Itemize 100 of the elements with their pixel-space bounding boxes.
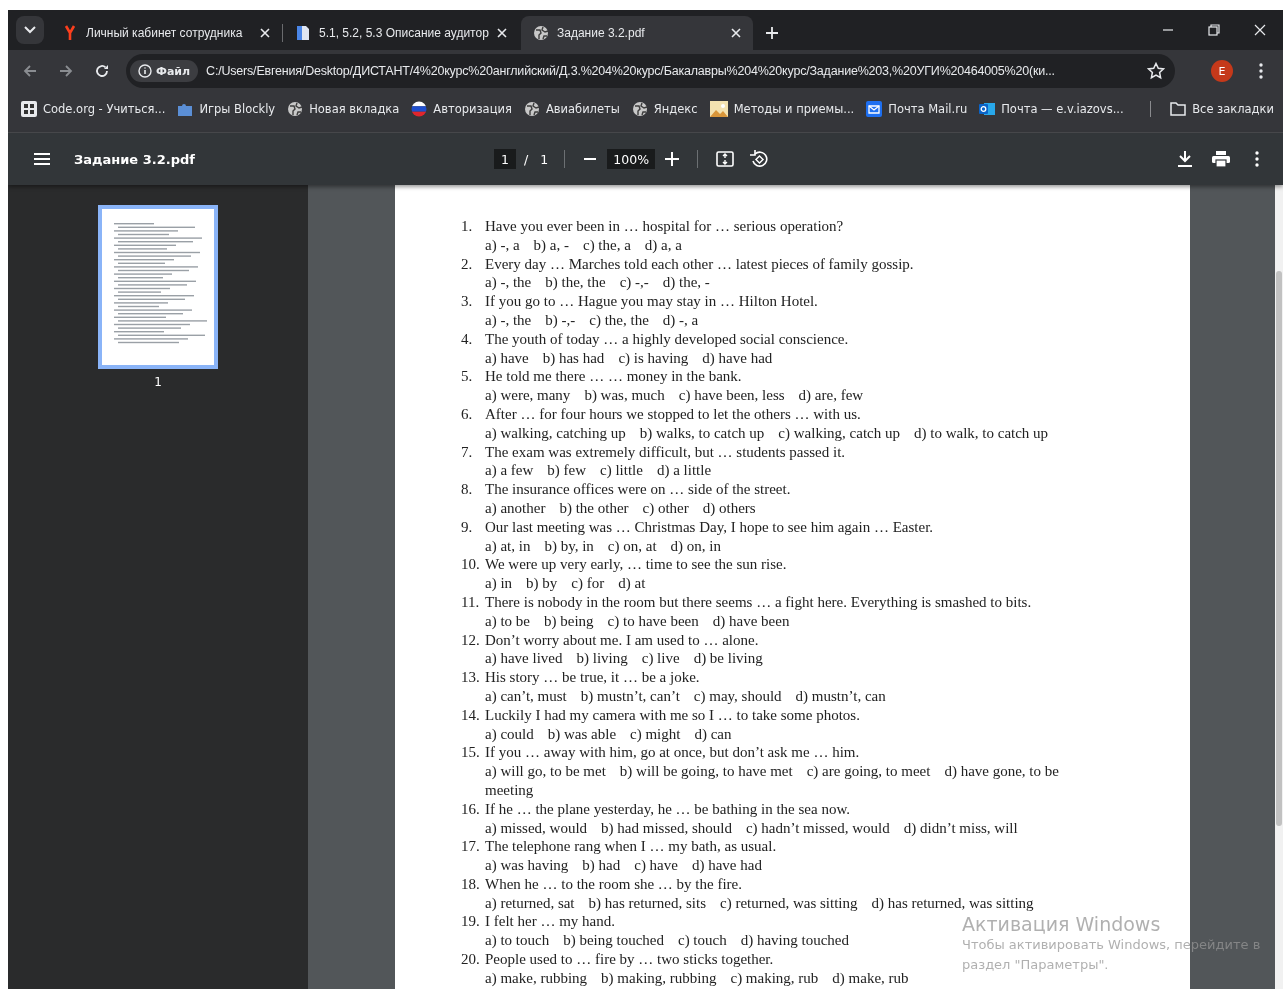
document-icon bbox=[295, 25, 311, 41]
more-icon bbox=[1259, 63, 1263, 79]
mail-icon bbox=[866, 101, 883, 117]
close-icon bbox=[1254, 24, 1266, 36]
question-number: 4. bbox=[461, 329, 474, 349]
question-text: Every day … Marches told each other … latest pieces of family gossip. bbox=[485, 254, 914, 274]
globe-icon bbox=[533, 25, 549, 41]
question-number: 5. bbox=[461, 367, 474, 387]
answer-options: a) were, many b) was, much c) have been, less d) are, few bbox=[485, 386, 878, 405]
bookmark-link[interactable]: Новая вкладка bbox=[284, 99, 403, 119]
question-number: 17. bbox=[461, 837, 481, 857]
plus-icon bbox=[765, 26, 779, 40]
question-number: 16. bbox=[461, 799, 481, 819]
url-text: C:/Users/Евгения/Desktop/ДИСТАНТ/4%20курс%20английский/Д.3.%204%20курс/Бакалавры%204%20курс/Задание%203,%20УГИ%20464005%20(ки... bbox=[206, 64, 1056, 78]
bookmark-link[interactable]: Методы и приемы... bbox=[706, 99, 858, 119]
print-icon bbox=[1212, 151, 1230, 167]
question-text: When he … to the room she … by the fire. bbox=[485, 874, 742, 894]
logo-icon bbox=[62, 25, 78, 41]
answer-options: a) -, the b) -,- c) the, the d) -, a bbox=[485, 311, 713, 330]
all-bookmarks-button[interactable]: Все закладки bbox=[1167, 100, 1277, 118]
bookmark-link[interactable]: Авторизация bbox=[408, 99, 515, 119]
question-number: 14. bbox=[461, 705, 481, 725]
address-bar[interactable]: Файл C:/Users/Евгения/Desktop/ДИСТАНТ/4%20курс%20английский/Д.3.%204%20курс/Бакалавры%204%20курс/Задание%203,%20УГИ%20464005%20(ки... bbox=[126, 54, 1175, 88]
question-number: 15. bbox=[461, 743, 481, 763]
answer-options: a) make, rubbing b) making, rubbing c) making, rub d) make, rub bbox=[485, 968, 923, 988]
question-text: After … for four hours we stopped to let the others … with us. bbox=[485, 404, 861, 424]
activation-title: Активация Windows bbox=[962, 913, 1162, 935]
page-separator: / bbox=[523, 151, 530, 167]
question-number: 13. bbox=[461, 668, 481, 688]
answer-options: a) missed, would b) had missed, should c) hadn’t missed, would d) didn’t miss, will bbox=[485, 818, 1032, 838]
answer-options: a) -, the b) the, the c) -,- d) the, - bbox=[485, 273, 724, 293]
answer-options: a) in b) by c) for d) at bbox=[485, 574, 660, 593]
answer-options: a) to touch b) being touched c) touch d) having touched bbox=[485, 931, 863, 951]
star-icon bbox=[1147, 62, 1165, 80]
plus-icon bbox=[665, 152, 680, 166]
bookmark-link[interactable]: Игры Blockly bbox=[174, 99, 279, 119]
bookmark-link[interactable]: Авиабилеты bbox=[520, 99, 623, 119]
image-icon bbox=[709, 101, 728, 117]
browser-tab[interactable]: 5.1, 5.2, 5.3 Описание аудитор bbox=[283, 16, 515, 50]
question-text: We were up very early, … time to see the sun rise. bbox=[485, 555, 787, 575]
close-icon bbox=[731, 28, 741, 38]
answer-options: a) can’t, must b) mustn’t, can’t c) may, should d) mustn’t, can bbox=[485, 686, 900, 706]
question-text: The exam was extremely difficult, but … students passed it. bbox=[485, 442, 846, 462]
grid-icon bbox=[21, 101, 37, 117]
question-text: His story … be true, it … be a joke. bbox=[485, 668, 700, 687]
question-text: The youth of today … a highly developed social conscience. bbox=[485, 329, 849, 349]
question-number: 1. bbox=[461, 217, 474, 236]
question-number: 9. bbox=[461, 517, 474, 537]
answer-options: a) have lived b) living c) live d) be living bbox=[485, 649, 777, 669]
rotate-icon bbox=[750, 150, 769, 168]
question-number: 18. bbox=[461, 874, 481, 894]
question-text: Our last meeting was … Christmas Day, I hope to see him again … Easter. bbox=[485, 517, 934, 537]
question-number: 20. bbox=[461, 950, 481, 970]
question-text: People used to … fire by … two sticks together. bbox=[485, 950, 774, 969]
restore-icon bbox=[1208, 24, 1220, 36]
browser-tab[interactable]: Личный кабинет сотрудника bbox=[50, 16, 282, 50]
bookmark-link[interactable]: Яндекс bbox=[628, 99, 701, 119]
question-text: I felt her … my hand. bbox=[485, 912, 615, 932]
flag-icon bbox=[411, 101, 428, 117]
question-number: 11. bbox=[461, 592, 481, 612]
browser-tab[interactable]: Задание 3.2.pdf bbox=[521, 16, 753, 50]
page-number: 1 bbox=[154, 375, 162, 389]
more-icon bbox=[1255, 151, 1259, 167]
question-number: 8. bbox=[461, 480, 474, 500]
question-text: There is nobody in the room but there seems … a fight here. Everything is smashed to bits. bbox=[485, 592, 1032, 612]
question-number: 6. bbox=[461, 404, 474, 424]
answer-options: a) will go, to be met b) will be going, to have met c) are going, to meet d) have gone, to be meeting bbox=[485, 762, 1120, 800]
question-text: If he … the plane yesterday, he … be bathing in the sea now. bbox=[485, 799, 851, 819]
answer-options: a) have b) has had c) is having d) have had bbox=[485, 348, 787, 368]
question-text: Luckily I had my camera with me so I … to take some photos. bbox=[485, 705, 860, 725]
answer-options: a) a few b) few c) little d) a little bbox=[485, 461, 726, 481]
question-text: The telephone rang when I … my bath, as usual. bbox=[485, 837, 777, 857]
mail-app-icon bbox=[979, 101, 996, 117]
answer-options: a) -, a b) a, - c) the, a d) a, a bbox=[485, 235, 696, 255]
bookmark-link[interactable]: Почта Mail.ru bbox=[863, 99, 971, 119]
question-number: 7. bbox=[461, 442, 474, 462]
scrollbar-thumb[interactable] bbox=[1276, 271, 1282, 826]
fit-page-icon bbox=[716, 151, 735, 167]
tab-list-button[interactable] bbox=[16, 16, 44, 44]
folder-icon bbox=[1170, 102, 1187, 116]
question-number: 2. bbox=[461, 254, 474, 274]
question-text: He told me there … … money in the bank. bbox=[485, 367, 742, 387]
question-number: 12. bbox=[461, 630, 481, 650]
question-text: If you … away with him, go at once, but don’t ask me … him. bbox=[485, 743, 860, 763]
answer-options: a) another b) the other c) other d) others bbox=[485, 498, 770, 518]
bookmark-link[interactable]: Почта — e.v.iazovs... bbox=[976, 99, 1127, 119]
zoom-field[interactable]: 100% bbox=[607, 149, 656, 169]
question-number: 19. bbox=[461, 912, 481, 932]
info-icon bbox=[138, 64, 152, 78]
question-text: Don’t worry about me. I am used to … alone. bbox=[485, 630, 759, 650]
question-text: The insurance offices were on … side of the street. bbox=[485, 480, 791, 499]
tab-title: Задание 3.2.pdf bbox=[557, 26, 646, 40]
bookmark-link[interactable]: Code.org - Учиться... bbox=[18, 99, 169, 119]
globe-icon bbox=[287, 101, 304, 117]
site-info-chip[interactable]: Файл bbox=[130, 60, 199, 82]
profile-avatar[interactable]: E bbox=[1211, 60, 1233, 82]
globe-icon bbox=[523, 101, 540, 117]
question-number: 3. bbox=[461, 292, 474, 312]
question-number: 10. bbox=[461, 555, 481, 575]
page-number-field[interactable]: 1 bbox=[494, 149, 516, 169]
